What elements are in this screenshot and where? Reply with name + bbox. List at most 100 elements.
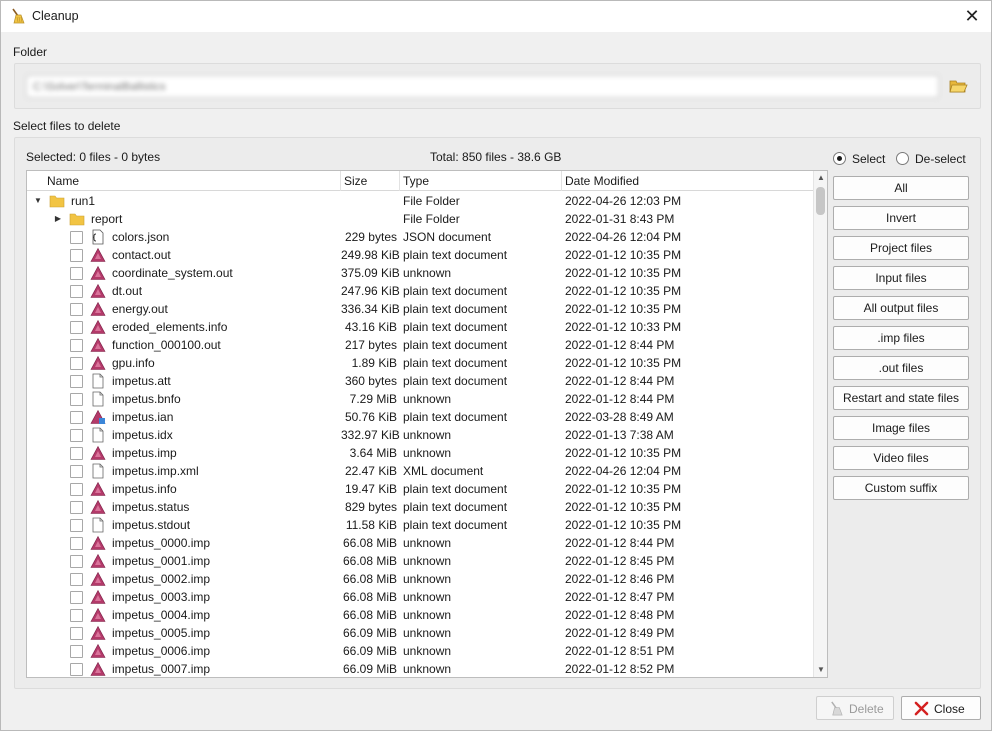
all-button[interactable]: All	[833, 176, 969, 200]
tree-row[interactable]: impetus.att 360 bytes plain text document 2…	[27, 372, 813, 390]
invert-button[interactable]: Invert	[833, 206, 969, 230]
row-type: unknown	[403, 428, 452, 442]
restart-state-files-button[interactable]: Restart and state files	[833, 386, 969, 410]
row-checkbox[interactable]	[70, 555, 83, 568]
file-tree[interactable]: Name Size Type Date Modified ▼ run1 File F…	[26, 170, 828, 678]
scroll-down-icon[interactable]: ▼	[814, 663, 827, 677]
tree-row[interactable]: impetus.stdout 11.58 KiB plain text docume…	[27, 516, 813, 534]
tree-row[interactable]: impetus.idx 332.97 KiB unknown 2022-01-13 7…	[27, 426, 813, 444]
row-name: impetus_0004.imp	[112, 608, 211, 622]
image-files-button[interactable]: Image files	[833, 416, 969, 440]
delete-button[interactable]: Delete	[816, 696, 894, 720]
tree-row[interactable]: colors.json 229 bytes JSON document 2022-04…	[27, 228, 813, 246]
row-checkbox[interactable]	[70, 591, 83, 604]
row-checkbox[interactable]	[70, 609, 83, 622]
chevron-down-icon[interactable]: ▼	[33, 192, 43, 210]
tree-row[interactable]: impetus.ian 50.76 KiB plain text document 2…	[27, 408, 813, 426]
column-header-type[interactable]: Type	[400, 171, 562, 191]
deselect-radio-dot[interactable]	[896, 152, 909, 165]
column-header-size[interactable]: Size	[341, 171, 400, 191]
row-checkbox[interactable]	[70, 627, 83, 640]
row-checkbox[interactable]	[70, 447, 83, 460]
folder-path-input[interactable]	[26, 75, 939, 98]
tree-row[interactable]: impetus_0000.imp 66.08 MiB unknown 2022-01-…	[27, 534, 813, 552]
row-size: 1.89 KiB	[351, 356, 397, 370]
tree-row[interactable]: energy.out 336.34 KiB plain text document 2…	[27, 300, 813, 318]
project-files-button[interactable]: Project files	[833, 236, 969, 260]
row-type: unknown	[403, 590, 452, 604]
row-date: 2022-01-12 10:35 PM	[565, 482, 682, 496]
chevron-right-icon[interactable]: ▶	[53, 210, 63, 228]
tree-row[interactable]: ▶ report File Folder 2022-01-31 8:43 PM	[27, 210, 813, 228]
row-checkbox[interactable]	[70, 519, 83, 532]
tree-row[interactable]: impetus_0003.imp 66.08 MiB unknown 2022-01-…	[27, 588, 813, 606]
tree-row[interactable]: impetus_0006.imp 66.09 MiB unknown 2022-01-…	[27, 642, 813, 660]
tree-row[interactable]: impetus.info 19.47 KiB plain text document…	[27, 480, 813, 498]
row-checkbox[interactable]	[70, 411, 83, 424]
tree-row[interactable]: impetus_0007.imp 66.09 MiB unknown 2022-01-…	[27, 660, 813, 677]
close-button-label: Close	[934, 702, 965, 716]
select-radio-dot[interactable]	[833, 152, 846, 165]
row-date: 2022-01-12 10:35 PM	[565, 356, 682, 370]
tree-row[interactable]: impetus.bnfo 7.29 MiB unknown 2022-01-12 8:…	[27, 390, 813, 408]
tree-row[interactable]: eroded_elements.info 43.16 KiB plain text …	[27, 318, 813, 336]
out-files-button[interactable]: .out files	[833, 356, 969, 380]
row-checkbox[interactable]	[70, 645, 83, 658]
row-checkbox[interactable]	[70, 537, 83, 550]
row-name: impetus_0000.imp	[112, 536, 211, 550]
row-checkbox[interactable]	[70, 321, 83, 334]
row-checkbox[interactable]	[70, 663, 83, 676]
column-header-date[interactable]: Date Modified	[562, 171, 813, 191]
row-checkbox[interactable]	[70, 375, 83, 388]
tree-row[interactable]: impetus.imp 3.64 MiB unknown 2022-01-12 10:…	[27, 444, 813, 462]
row-checkbox[interactable]	[70, 285, 83, 298]
scrollbar-thumb[interactable]	[816, 187, 825, 215]
custom-suffix-button[interactable]: Custom suffix	[833, 476, 969, 500]
tree-row[interactable]: impetus.status 829 bytes plain text docume…	[27, 498, 813, 516]
all-output-files-button[interactable]: All output files	[833, 296, 969, 320]
close-button[interactable]: Close	[901, 696, 981, 720]
imp-files-button[interactable]: .imp files	[833, 326, 969, 350]
impetus-file-icon	[90, 535, 106, 551]
tree-row[interactable]: gpu.info 1.89 KiB plain text document 2022-…	[27, 354, 813, 372]
cleanup-dialog: Cleanup ✕ Folder Select files to delete …	[0, 0, 992, 731]
row-type: plain text document	[403, 320, 508, 334]
row-size: 375.09 KiB	[341, 266, 400, 280]
row-checkbox[interactable]	[70, 429, 83, 442]
tree-row[interactable]: coordinate_system.out 375.09 KiB unknown 20…	[27, 264, 813, 282]
video-files-button[interactable]: Video files	[833, 446, 969, 470]
row-checkbox[interactable]	[70, 249, 83, 262]
row-checkbox[interactable]	[70, 267, 83, 280]
row-date: 2022-01-12 10:33 PM	[565, 320, 682, 334]
tree-row[interactable]: impetus_0001.imp 66.08 MiB unknown 2022-01-…	[27, 552, 813, 570]
row-checkbox[interactable]	[70, 465, 83, 478]
row-name: impetus.imp.xml	[112, 464, 199, 478]
tree-row[interactable]: function_000100.out 217 bytes plain text d…	[27, 336, 813, 354]
row-name: impetus.info	[112, 482, 177, 496]
row-type: unknown	[403, 662, 452, 676]
tree-row[interactable]: ▼ run1 File Folder 2022-04-26 12:03 PM	[27, 192, 813, 210]
tree-row[interactable]: impetus_0002.imp 66.08 MiB unknown 2022-01-…	[27, 570, 813, 588]
row-checkbox[interactable]	[70, 393, 83, 406]
tree-row[interactable]: impetus.imp.xml 22.47 KiB XML document 2022…	[27, 462, 813, 480]
input-files-button[interactable]: Input files	[833, 266, 969, 290]
row-checkbox[interactable]	[70, 303, 83, 316]
row-name: impetus.imp	[112, 446, 177, 460]
row-name: impetus.att	[112, 374, 171, 388]
row-checkbox[interactable]	[70, 573, 83, 586]
tree-row[interactable]: impetus_0004.imp 66.08 MiB unknown 2022-01-…	[27, 606, 813, 624]
tree-row[interactable]: dt.out 247.96 KiB plain text document 2022-…	[27, 282, 813, 300]
row-checkbox[interactable]	[70, 501, 83, 514]
row-checkbox[interactable]	[70, 483, 83, 496]
row-checkbox[interactable]	[70, 231, 83, 244]
close-icon[interactable]: ✕	[961, 5, 983, 27]
row-type: unknown	[403, 392, 452, 406]
row-checkbox[interactable]	[70, 357, 83, 370]
column-header-name[interactable]: Name	[27, 171, 341, 191]
row-checkbox[interactable]	[70, 339, 83, 352]
tree-row[interactable]: contact.out 249.98 KiB plain text document…	[27, 246, 813, 264]
scroll-up-icon[interactable]: ▲	[814, 171, 827, 185]
tree-row[interactable]: impetus_0005.imp 66.09 MiB unknown 2022-01-…	[27, 624, 813, 642]
vertical-scrollbar[interactable]: ▲ ▼	[813, 171, 827, 677]
folder-open-icon[interactable]	[948, 76, 968, 96]
